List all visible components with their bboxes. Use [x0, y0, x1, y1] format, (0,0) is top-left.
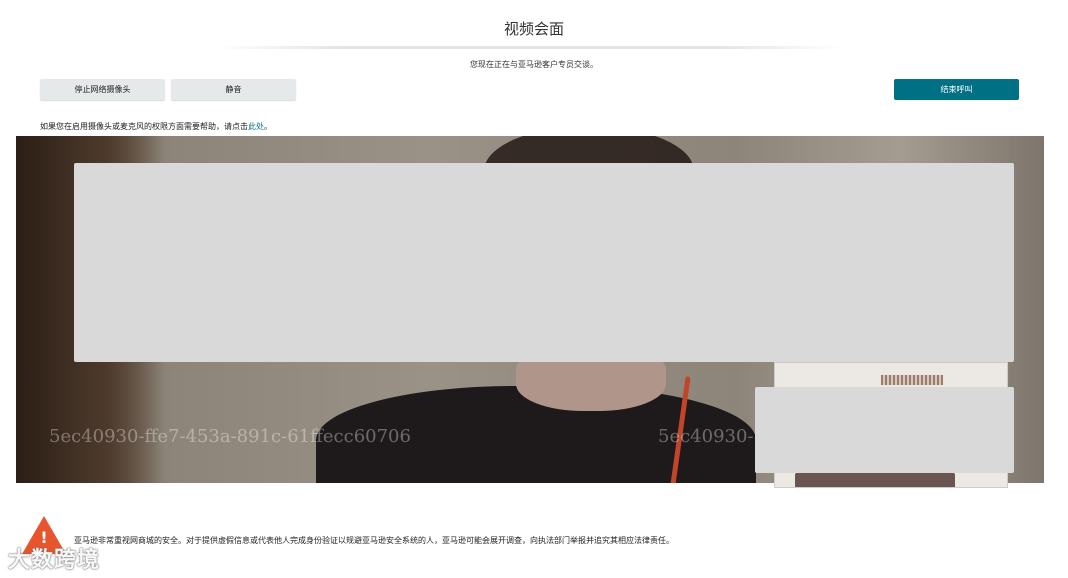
self-view-background [881, 375, 943, 385]
mute-button[interactable]: 静音 [171, 79, 296, 100]
brand-logo: 大数跨境 [8, 548, 101, 573]
redaction-box [74, 163, 1014, 362]
help-link[interactable]: 此处 [248, 122, 264, 131]
title-divider [215, 46, 845, 49]
help-message: 如果您在启用摄像头或麦克风的权限方面需要帮助，请点击 [40, 122, 248, 131]
video-watermark: 5ec40930-ffe7-453a-891c-61ffecc60706 [49, 426, 411, 447]
redaction-box-small [755, 387, 1014, 473]
video-watermark-right: 5ec40930- [658, 426, 754, 447]
stop-webcam-button[interactable]: 停止网络摄像头 [40, 79, 165, 100]
end-call-button[interactable]: 结束呼叫 [894, 79, 1019, 100]
page-title: 视频会面 [503, 20, 564, 38]
help-text: 如果您在启用摄像头或麦克风的权限方面需要帮助，请点击此处。 [40, 121, 272, 132]
page-subtitle: 您现在正在与亚马逊客户专员交谈。 [470, 60, 598, 69]
help-suffix: 。 [264, 122, 272, 131]
security-notice: 亚马逊非常重视网商城的安全。对于提供虚假信息或代表他人完成身份验证以规避亚马逊安… [74, 536, 674, 545]
